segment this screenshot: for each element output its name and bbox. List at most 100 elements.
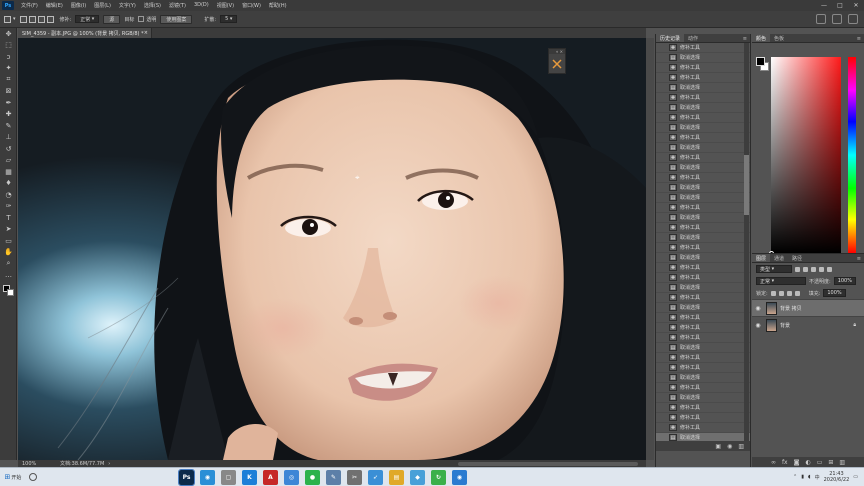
subtract-selection-icon[interactable] — [37, 15, 45, 23]
clock[interactable]: 21:43 2020/6/22 — [824, 471, 850, 483]
layer-row[interactable]: ◉ 背景 🔒︎ — [752, 316, 864, 333]
photoshop-app-icon[interactable]: Ps — [178, 468, 195, 486]
layers-panel-menu-icon[interactable]: ≡ — [857, 256, 864, 262]
mini-floating-panel[interactable]: « × — [548, 48, 566, 74]
new-group-icon[interactable]: ▭ — [817, 459, 823, 466]
history-item[interactable]: ✚ 修补工具 — [656, 353, 750, 363]
history-item[interactable]: ✚ 修补工具 — [656, 423, 750, 433]
tab-paths[interactable]: 路径 — [788, 254, 806, 262]
stamp-tool-icon[interactable]: ⊥ — [0, 132, 17, 144]
patch-mode-select[interactable]: 正常 ▾ — [75, 15, 100, 23]
panel-menu-icon[interactable]: ≡ — [743, 36, 750, 42]
taskbar-search-icon[interactable] — [29, 473, 37, 481]
chrome-app-icon[interactable]: ◎ — [284, 469, 299, 485]
blend-mode-select[interactable]: 正常 ▾ — [756, 277, 806, 285]
workspace-icon[interactable] — [832, 14, 842, 24]
diffuse-field[interactable]: 5 ▾ — [220, 15, 238, 23]
delete-layer-icon[interactable]: ▥ — [839, 459, 845, 466]
tab-history[interactable]: 历史记录 — [656, 34, 685, 42]
text-tool-icon[interactable]: T — [0, 212, 17, 224]
maximize-button[interactable]: □ — [832, 2, 848, 9]
history-item[interactable]: ▤ 取消选择 — [656, 193, 750, 203]
source-button[interactable]: 源 — [103, 14, 121, 24]
menu-item[interactable]: 滤镜(T) — [165, 2, 190, 9]
history-item[interactable]: ✚ 修补工具 — [656, 413, 750, 423]
trash-icon[interactable]: ▥ — [738, 443, 744, 450]
tab-swatches[interactable]: 色板 — [770, 34, 788, 42]
layer-style-icon[interactable]: fx — [782, 459, 788, 466]
menu-item[interactable]: 视图(V) — [213, 2, 238, 9]
lock-icon[interactable]: 🔒︎ — [853, 322, 856, 328]
history-item[interactable]: ✚ 修补工具 — [656, 333, 750, 343]
status-arrow-icon[interactable]: › — [108, 461, 110, 467]
document-canvas[interactable]: ⌖ — [18, 38, 646, 460]
history-item[interactable]: ▤ 取消选择 — [656, 303, 750, 313]
refresh-app-icon[interactable]: ↻ — [431, 469, 446, 485]
pen-tool-icon[interactable]: ✑ — [0, 201, 17, 213]
menu-item[interactable]: 图像(I) — [67, 2, 90, 9]
tool-color-swatches[interactable] — [0, 285, 17, 299]
lock-all-icon[interactable] — [794, 290, 800, 296]
layer-row[interactable]: ◉ 背景 拷贝 — [752, 299, 864, 316]
acrobat-app-icon[interactable]: A — [263, 469, 278, 485]
visibility-eye-icon[interactable]: ◉ — [753, 322, 763, 329]
menu-item[interactable]: 编辑(E) — [42, 2, 67, 9]
minimize-button[interactable]: — — [816, 2, 832, 9]
history-item[interactable]: ✚ 修补工具 — [656, 153, 750, 163]
crop-tool-icon[interactable]: ⌗ — [0, 74, 17, 86]
link-layers-icon[interactable]: ∞ — [771, 459, 776, 466]
crossed-tools-icon[interactable] — [549, 54, 565, 73]
frame-tool-icon[interactable]: ⊠ — [0, 86, 17, 98]
filter-pixel-icon[interactable] — [795, 266, 800, 272]
menu-item[interactable]: 窗口(W) — [238, 2, 265, 9]
browser-app-icon[interactable]: ◉ — [200, 469, 215, 485]
close-button[interactable]: ✕ — [848, 2, 864, 9]
zoom-tool-icon[interactable]: ⌕ — [0, 258, 17, 270]
history-item[interactable]: ✚ 修补工具 — [656, 363, 750, 373]
share-icon[interactable] — [848, 14, 858, 24]
layer-filter-select[interactable]: 类型 ▾ — [756, 265, 792, 273]
history-item[interactable]: ▤ 取消选择 — [656, 433, 750, 441]
move-tool-icon[interactable]: ✥ — [0, 28, 17, 40]
zoom-level[interactable]: 100% — [18, 461, 58, 467]
blur-tool-icon[interactable]: ♦ — [0, 178, 17, 190]
lasso-tool-icon[interactable]: ↄ — [0, 51, 17, 63]
snapshot-icon[interactable]: ◉ — [727, 443, 732, 450]
dodge-tool-icon[interactable]: ◔ — [0, 189, 17, 201]
filter-text-icon[interactable] — [811, 266, 816, 272]
folder-app-icon[interactable]: ▤ — [389, 469, 404, 485]
history-item[interactable]: ▤ 取消选择 — [656, 213, 750, 223]
tool-preset-picker[interactable]: ▾ — [4, 15, 16, 24]
history-item[interactable]: ✚ 修补工具 — [656, 273, 750, 283]
filter-shape-icon[interactable] — [819, 266, 824, 272]
lock-pixels-icon[interactable] — [770, 290, 776, 296]
menu-item[interactable]: 文件(F) — [17, 2, 42, 9]
history-scrollbar[interactable] — [744, 43, 749, 441]
notes-app-icon[interactable]: ▢ — [221, 469, 236, 485]
history-item[interactable]: ✚ 修补工具 — [656, 383, 750, 393]
camera-app-icon[interactable]: ◉ — [452, 469, 467, 485]
close-tab-icon[interactable]: × — [144, 30, 151, 36]
opacity-field[interactable]: 100% — [833, 277, 856, 285]
network-icon[interactable]: ▮ — [801, 474, 804, 480]
history-item[interactable]: ✚ 修补工具 — [656, 173, 750, 183]
kugou-app-icon[interactable]: K — [242, 469, 257, 485]
visibility-eye-icon[interactable]: ◉ — [753, 305, 763, 312]
history-item[interactable]: ▤ 取消选择 — [656, 343, 750, 353]
tab-layers[interactable]: 图层 — [752, 254, 771, 262]
history-item[interactable]: ▤ 取消选择 — [656, 83, 750, 93]
use-pattern-button[interactable]: 使用图案 — [160, 14, 193, 24]
history-brush-tool-icon[interactable]: ↺ — [0, 143, 17, 155]
bird-app-icon[interactable]: ➶ — [368, 469, 383, 485]
menu-item[interactable]: 帮助(H) — [265, 2, 291, 9]
screenshot-app-icon[interactable]: ✂ — [347, 469, 362, 485]
filter-adjust-icon[interactable] — [803, 266, 808, 272]
history-item[interactable]: ✚ 修补工具 — [656, 73, 750, 83]
menu-item[interactable]: 文字(Y) — [115, 2, 140, 9]
history-item[interactable]: ▤ 取消选择 — [656, 253, 750, 263]
tool-background-swatch[interactable] — [7, 289, 14, 296]
add-mask-icon[interactable]: ◙ — [794, 459, 800, 466]
intersect-selection-icon[interactable] — [46, 15, 54, 23]
adjustment-layer-icon[interactable]: ◐ — [805, 459, 810, 466]
history-item[interactable]: ▤ 取消选择 — [656, 103, 750, 113]
